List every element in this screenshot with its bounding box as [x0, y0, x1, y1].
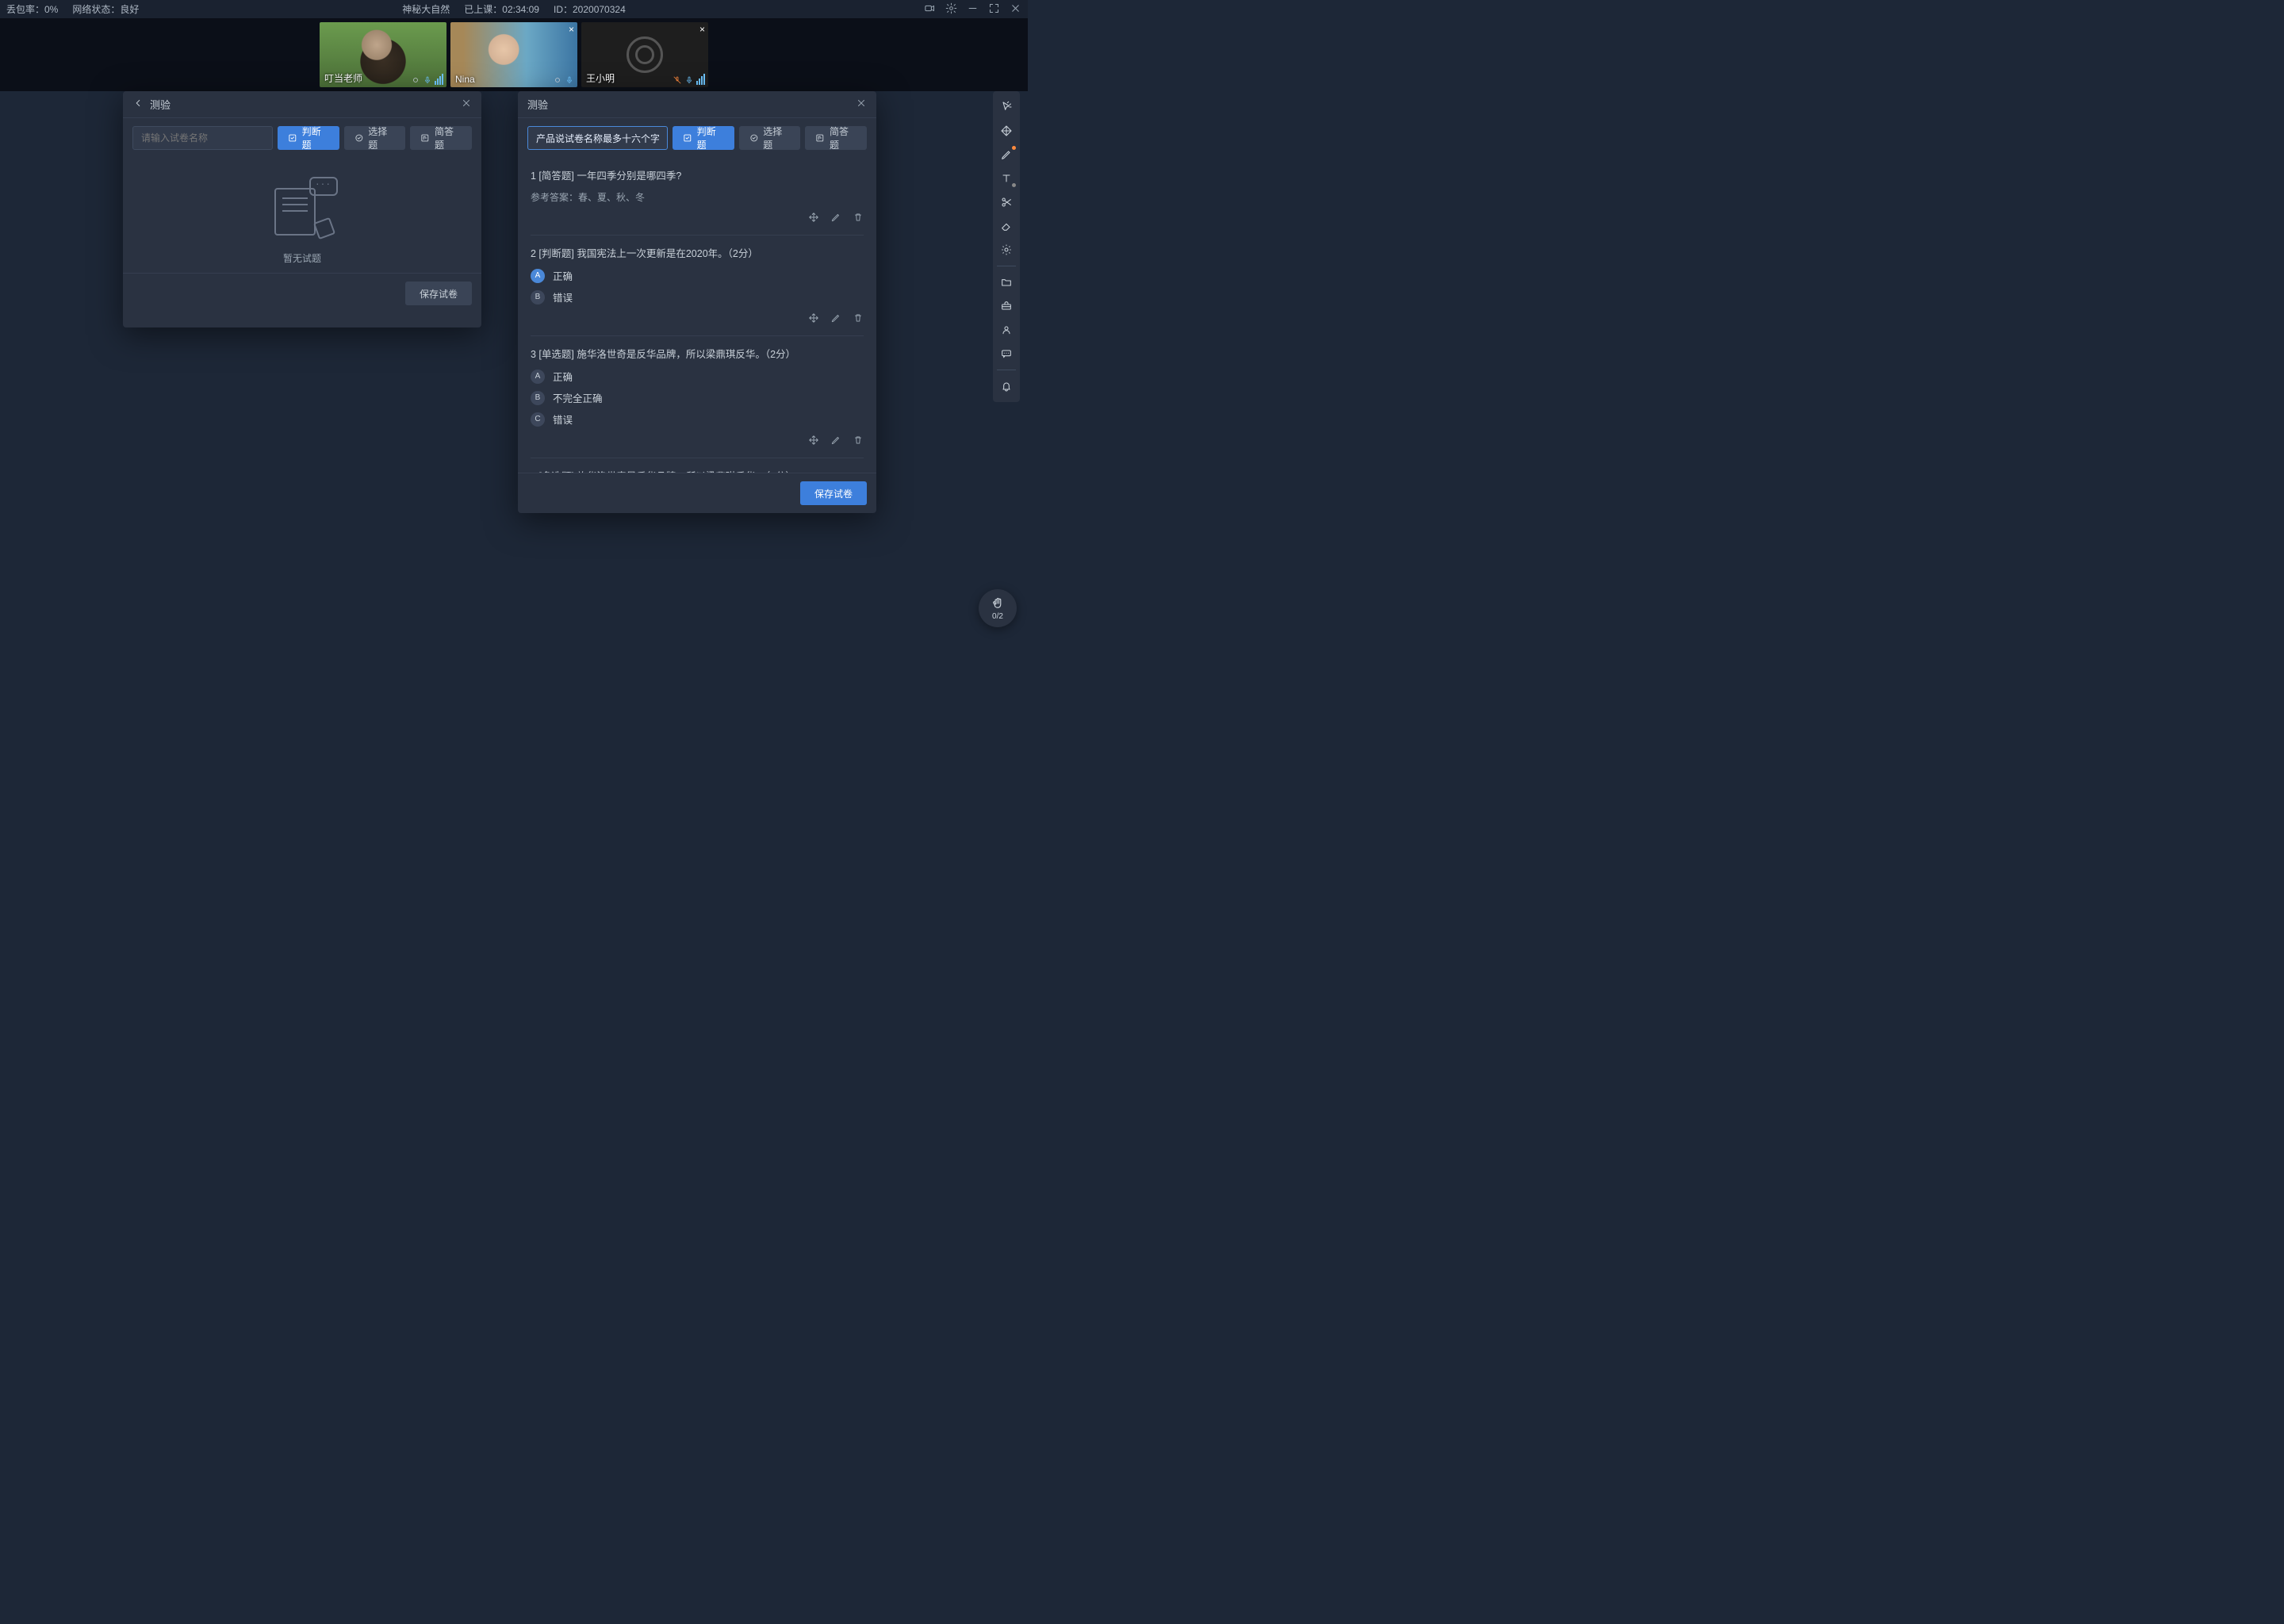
move-tool-icon[interactable]: [995, 120, 1017, 142]
add-shortanswer-button[interactable]: 简答题: [410, 126, 472, 150]
video-tile-student-1[interactable]: × Nina: [450, 22, 577, 87]
save-quiz-button[interactable]: 保存试卷: [800, 481, 867, 505]
panel-title: 测验: [150, 97, 461, 112]
title-bar: 丢包率：0% 网络状态：良好 神秘大自然 已上课：02:34:09 ID：202…: [0, 0, 1028, 18]
tool-rail: [993, 91, 1020, 402]
move-question-icon[interactable]: [808, 435, 819, 448]
video-close-icon[interactable]: ×: [569, 24, 574, 35]
option-text: 错误: [553, 412, 573, 427]
settings-icon[interactable]: [945, 2, 957, 17]
add-shortanswer-button[interactable]: 简答题: [805, 126, 867, 150]
question-option[interactable]: B 不完全正确: [531, 390, 864, 405]
course-title: 神秘大自然: [402, 2, 450, 16]
add-judge-button[interactable]: 判断题: [673, 126, 734, 150]
video-strip: 叮当老师 × Nina × 王小明: [0, 18, 1028, 91]
move-question-icon[interactable]: [808, 212, 819, 225]
camera-toggle-icon[interactable]: [924, 2, 936, 17]
question-title: 2 [判断题] 我国宪法上一次更新是在2020年。（2分）: [531, 245, 864, 260]
option-text: 正确: [553, 268, 573, 283]
quiz-name-input[interactable]: [527, 126, 668, 150]
close-icon[interactable]: [856, 98, 867, 111]
video-name: Nina: [455, 74, 475, 85]
question-title: 3 [单选题] 施华洛世奇是反华品牌，所以梁鼎琪反华。（2分）: [531, 346, 864, 361]
back-icon[interactable]: [132, 98, 144, 111]
empty-state: 暂无试题: [123, 158, 481, 273]
add-choice-button[interactable]: 选择题: [344, 126, 406, 150]
toolbox-icon[interactable]: [995, 295, 1017, 317]
camera-off-icon: [627, 36, 663, 73]
delete-question-icon[interactable]: [853, 212, 864, 225]
option-bullet: B: [531, 391, 545, 405]
empty-illustration-icon: [266, 177, 338, 240]
question-item: 1 [简答题] 一年四季分别是哪四季? 参考答案：春、夏、秋、冬: [531, 158, 864, 236]
user-icon[interactable]: [995, 319, 1017, 341]
cursor-tool-icon[interactable]: [995, 96, 1017, 118]
mic-icon: [684, 75, 694, 85]
option-bullet: C: [531, 412, 545, 427]
video-tile-student-2[interactable]: × 王小明: [581, 22, 708, 87]
video-name: 叮当老师: [324, 71, 362, 85]
brightness-tool-icon[interactable]: [995, 239, 1017, 261]
pen-tool-icon[interactable]: [995, 144, 1017, 166]
maximize-icon[interactable]: [988, 2, 1000, 17]
chat-icon[interactable]: [995, 343, 1017, 365]
option-text: 错误: [553, 289, 573, 304]
delete-question-icon[interactable]: [853, 312, 864, 326]
question-option[interactable]: C 错误: [531, 412, 864, 427]
edit-question-icon[interactable]: [830, 435, 841, 448]
webcam-icon: [411, 75, 420, 85]
option-text: 不完全正确: [553, 390, 603, 405]
scissors-tool-icon[interactable]: [995, 191, 1017, 213]
close-icon[interactable]: [461, 98, 472, 111]
question-option[interactable]: A 正确: [531, 369, 864, 384]
video-close-icon[interactable]: ×: [699, 24, 705, 35]
bell-icon[interactable]: [995, 375, 1017, 397]
panel-title: 测验: [527, 97, 856, 112]
mic-icon: [423, 75, 432, 85]
network-status-label: 网络状态：良好: [72, 2, 139, 16]
close-window-icon[interactable]: [1010, 2, 1021, 17]
question-answer: 参考答案：春、夏、秋、冬: [531, 190, 864, 204]
minimize-icon[interactable]: [967, 2, 979, 17]
add-judge-button[interactable]: 判断题: [278, 126, 339, 150]
save-quiz-button[interactable]: 保存试卷: [405, 282, 472, 305]
option-bullet: A: [531, 269, 545, 283]
elapsed-time: 已上课：02:34:09: [464, 2, 539, 16]
raise-hand-fab[interactable]: 0/2: [979, 589, 1017, 627]
question-item: 3 [单选题] 施华洛世奇是反华品牌，所以梁鼎琪反华。（2分） A 正确 B 不完全正…: [531, 336, 864, 458]
mic-muted-icon: [673, 75, 682, 85]
webcam-icon: [553, 75, 562, 85]
question-list[interactable]: 1 [简答题] 一年四季分别是哪四季? 参考答案：春、夏、秋、冬 2 [判断题]…: [518, 158, 876, 473]
session-id: ID：2020070324: [554, 2, 626, 16]
question-option[interactable]: A 正确: [531, 268, 864, 283]
question-item: 4 [多选题] 施华洛世奇是反华品牌，所以梁鼎琪反华。（2分） A是的B不完全正…: [531, 458, 864, 473]
quiz-panel-editor: 测验 判断题 选择题 简答题 1 [简答题] 一年四季分别是哪四季? 参考答案：…: [518, 91, 876, 513]
text-tool-icon[interactable]: [995, 167, 1017, 190]
hand-icon: [991, 596, 1005, 611]
video-name: 王小明: [586, 71, 615, 85]
folder-icon[interactable]: [995, 271, 1017, 293]
delete-question-icon[interactable]: [853, 435, 864, 448]
add-choice-button[interactable]: 选择题: [739, 126, 801, 150]
mic-icon: [565, 75, 574, 85]
option-text: 正确: [553, 369, 573, 384]
edit-question-icon[interactable]: [830, 312, 841, 326]
edit-question-icon[interactable]: [830, 212, 841, 225]
option-bullet: B: [531, 290, 545, 304]
quiz-panel-empty: 测验 判断题 选择题 简答题 暂无试题 保存试卷: [123, 91, 481, 327]
packet-loss-label: 丢包率：0%: [6, 2, 58, 16]
option-bullet: A: [531, 370, 545, 384]
question-item: 2 [判断题] 我国宪法上一次更新是在2020年。（2分） A 正确 B 错误: [531, 236, 864, 336]
video-tile-teacher[interactable]: 叮当老师: [320, 22, 446, 87]
empty-text: 暂无试题: [283, 251, 321, 265]
hand-count: 0/2: [992, 612, 1003, 621]
quiz-name-input[interactable]: [132, 126, 273, 150]
question-option[interactable]: B 错误: [531, 289, 864, 304]
question-title: 1 [简答题] 一年四季分别是哪四季?: [531, 167, 864, 182]
signal-icon: [435, 74, 443, 85]
signal-icon: [696, 74, 705, 85]
move-question-icon[interactable]: [808, 312, 819, 326]
eraser-tool-icon[interactable]: [995, 215, 1017, 237]
